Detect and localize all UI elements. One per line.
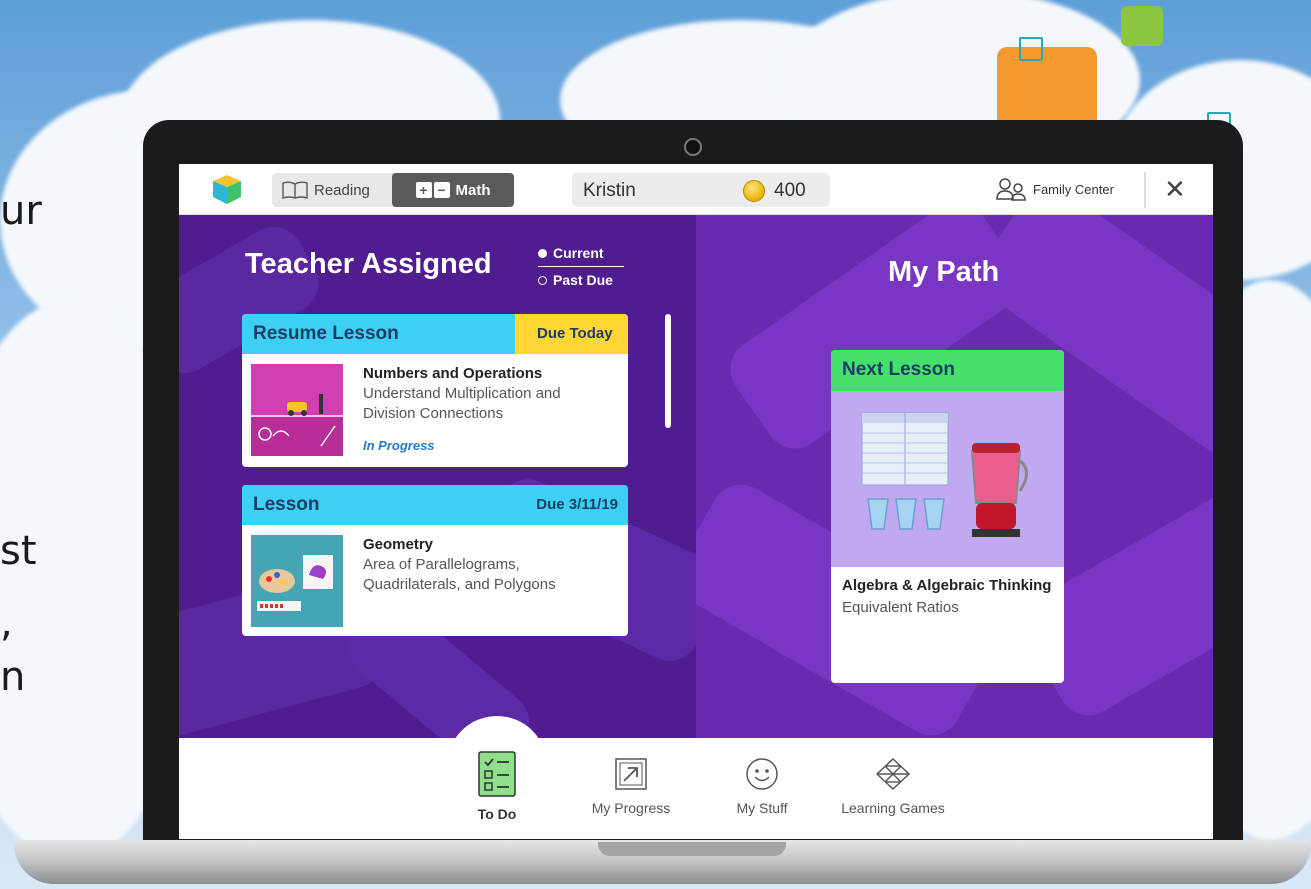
card-header-label: Lesson <box>253 494 320 515</box>
card-description-line: Area of Parallelograms, <box>363 556 520 573</box>
card-description-line: Division Connections <box>363 405 504 422</box>
next-lesson-subtopic: Equivalent Ratios <box>842 599 959 616</box>
geometric-shape-icon <box>875 758 911 790</box>
nav-my-progress[interactable]: My Progress <box>580 756 682 816</box>
next-lesson-image <box>831 391 1064 567</box>
radio-selected-icon <box>538 248 547 258</box>
subject-tabs: Reading + − Math <box>272 173 514 207</box>
filter-current-label: Current <box>553 245 604 261</box>
topbar-divider <box>1144 172 1146 208</box>
lesson-card[interactable]: Lesson Due 3/11/19 Geometry Area of Para… <box>242 485 628 636</box>
green-decoration <box>1121 6 1163 46</box>
background-text-fragment: ur <box>0 188 42 234</box>
tab-reading[interactable]: Reading <box>282 173 370 207</box>
user-name: Kristin <box>583 180 636 201</box>
arrow-box-icon <box>615 758 647 790</box>
filter-divider <box>538 266 624 267</box>
coin-icon <box>743 180 765 202</box>
lesson-thumbnail-image <box>251 364 343 456</box>
card-description-line: Understand Multiplication and <box>363 385 561 402</box>
nav-my-stuff[interactable]: My Stuff <box>722 756 802 816</box>
due-label: Due Today <box>537 325 613 342</box>
nav-my-stuff-label: My Stuff <box>736 800 788 816</box>
smiley-icon <box>746 758 778 790</box>
laptop-notch <box>598 842 786 856</box>
card-header: Resume Lesson Due Today <box>242 314 628 354</box>
nav-learning-games-label: Learning Games <box>841 800 945 816</box>
webcam-icon <box>684 138 702 156</box>
card-header-label: Resume Lesson <box>253 323 399 344</box>
next-lesson-description: Algebra & Algebraic Thinking Equivalent … <box>842 575 1051 619</box>
app-cube-logo-icon[interactable] <box>211 173 243 205</box>
ratio-table-illustration <box>861 412 1028 537</box>
card-description-line: Quadrilaterals, and Polygons <box>363 576 556 593</box>
nav-to-do[interactable]: To Do <box>458 750 536 822</box>
book-icon <box>282 181 308 199</box>
nav-to-do-label: To Do <box>477 806 517 822</box>
background-text-fragment: st <box>0 528 37 574</box>
checklist-icon <box>478 751 516 797</box>
nav-learning-games[interactable]: Learning Games <box>834 756 952 816</box>
coin-count: 400 <box>774 180 806 201</box>
card-description: Numbers and Operations Understand Multip… <box>363 364 561 424</box>
filter-past-due[interactable]: Past Due <box>538 271 624 289</box>
app-screen: Reading + − Math Kristin 400 Family Cente… <box>179 164 1213 839</box>
card-topic: Geometry <box>363 536 434 553</box>
card-header-label: Next Lesson <box>842 359 955 380</box>
resume-lesson-card[interactable]: Resume Lesson Due Today Numbers and Oper… <box>242 314 628 467</box>
filter-current[interactable]: Current <box>538 242 624 264</box>
teacher-assigned-title: Teacher Assigned <box>245 248 492 280</box>
family-center-label: Family Center <box>1033 181 1114 197</box>
plus-minus-icon: + − <box>415 182 450 198</box>
close-button[interactable]: ✕ <box>1164 174 1186 204</box>
tab-reading-label: Reading <box>314 181 370 199</box>
assignment-filter: Current Past Due <box>538 242 624 289</box>
teacher-assigned-panel <box>179 215 696 738</box>
lesson-thumbnail-image <box>251 535 343 627</box>
tab-math[interactable]: + − Math <box>392 173 514 207</box>
card-header: Next Lesson <box>831 350 1064 391</box>
bottom-navigation <box>179 738 1213 839</box>
card-topic: Numbers and Operations <box>363 365 543 382</box>
my-path-title: My Path <box>888 256 1000 288</box>
nav-my-progress-label: My Progress <box>591 800 671 816</box>
due-badge: Due Today <box>515 314 628 354</box>
user-info-box: Kristin 400 <box>572 173 830 207</box>
background-text-fragment: n <box>0 654 26 700</box>
assignment-scrollbar[interactable] <box>665 314 671 428</box>
top-bar: Reading + − Math Kristin 400 Family Cente… <box>179 164 1213 215</box>
tab-math-label: Math <box>455 181 491 199</box>
filter-past-due-label: Past Due <box>553 272 613 288</box>
teal-outline-decoration <box>1019 37 1043 61</box>
radio-unselected-icon <box>538 275 547 285</box>
lesson-status: In Progress <box>363 438 435 453</box>
card-header: Lesson Due 3/11/19 <box>242 485 628 525</box>
family-center-button[interactable]: Family Center <box>995 172 1114 206</box>
card-description: Geometry Area of Parallelograms, Quadril… <box>363 535 556 595</box>
family-people-icon <box>996 178 1026 201</box>
next-lesson-card[interactable]: Next Lesson Algebra & Algebraic Thinking… <box>831 350 1064 683</box>
next-lesson-topic: Algebra & Algebraic Thinking <box>842 577 1052 594</box>
due-label: Due 3/11/19 <box>536 496 618 513</box>
background-text-fragment: , <box>0 600 13 646</box>
